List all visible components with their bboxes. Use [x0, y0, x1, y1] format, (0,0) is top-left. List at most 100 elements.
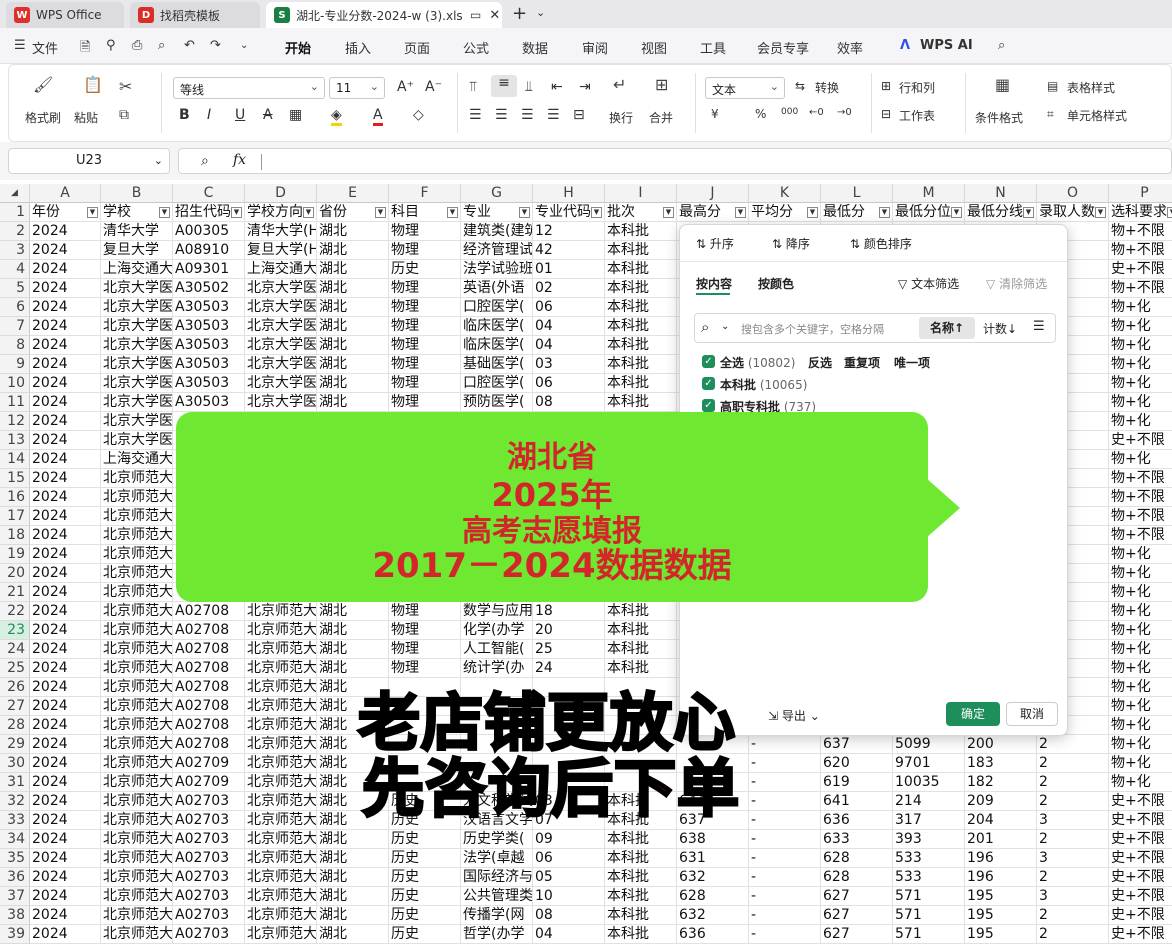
print-preview-icon[interactable]: ⌕ — [158, 38, 165, 53]
table-cell[interactable]: 20 — [533, 621, 605, 640]
wrap-text-icon[interactable]: ↵ — [613, 75, 626, 94]
indent-decrease-icon[interactable]: ⇤ — [551, 79, 563, 95]
table-cell[interactable]: 02 — [533, 279, 605, 298]
table-cell[interactable]: 北京师范大 — [101, 526, 173, 545]
filter-dropdown-icon[interactable]: ▼ — [447, 207, 458, 218]
number-format-select[interactable]: 文本 ⌄ — [705, 77, 785, 99]
header-cell[interactable]: 学校方向 ▼ — [245, 203, 317, 222]
currency-button[interactable]: ¥ — [711, 107, 719, 121]
filter-item[interactable]: 本科批 (10065) — [720, 376, 807, 393]
clear-format-icon[interactable]: ◇ — [413, 107, 424, 123]
table-cell[interactable]: 本科批 — [605, 317, 677, 336]
column-header-m[interactable]: M — [893, 184, 965, 203]
fx-icon[interactable]: fx — [233, 152, 246, 168]
table-cell[interactable]: 湖北 — [317, 279, 389, 298]
paste-icon[interactable]: 📋 — [83, 75, 103, 94]
table-cell[interactable]: 637 — [821, 735, 893, 754]
monitor-icon[interactable]: ▭ — [470, 8, 481, 22]
table-cell[interactable]: 史+不限 — [1109, 887, 1172, 906]
table-cell[interactable]: 历史 — [389, 830, 461, 849]
table-cell[interactable]: 北京师范大 — [245, 602, 317, 621]
table-cell[interactable]: 北京师范大 — [245, 640, 317, 659]
italic-icon[interactable]: I — [207, 107, 211, 123]
select-all-corner[interactable]: ◢ — [0, 184, 30, 203]
filter-dropdown-icon[interactable]: ▼ — [159, 207, 170, 218]
merge-button[interactable]: 合并 — [649, 109, 673, 126]
format-painter-icon[interactable]: 🖌 — [33, 75, 53, 94]
table-cell[interactable]: 北京师范大 — [101, 887, 173, 906]
table-cell[interactable]: A02709 — [173, 754, 245, 773]
table-cell[interactable]: 物+化 — [1109, 336, 1172, 355]
column-header-d[interactable]: D — [245, 184, 317, 203]
table-style-button[interactable]: 表格样式 — [1067, 79, 1115, 96]
table-cell[interactable]: - — [749, 735, 821, 754]
table-cell[interactable]: 法学试验班 — [461, 260, 533, 279]
decrease-font-icon[interactable]: A⁻ — [425, 79, 442, 95]
table-cell[interactable]: 人工智能( — [461, 640, 533, 659]
wps-ai-icon[interactable]: ᐱ — [900, 38, 910, 53]
table-cell[interactable]: 631 — [677, 849, 749, 868]
table-cell[interactable]: 北京师范大 — [245, 697, 317, 716]
hamburger-icon[interactable]: ☰ — [14, 38, 26, 53]
table-cell[interactable]: 史+不限 — [1109, 849, 1172, 868]
row-header[interactable]: 27 — [0, 697, 30, 716]
table-cell[interactable]: 历史 — [389, 887, 461, 906]
table-cell[interactable]: 2024 — [30, 716, 101, 735]
table-cell[interactable]: 物理 — [389, 393, 461, 412]
table-cell[interactable]: 北京师范大 — [101, 830, 173, 849]
row-header[interactable]: 19 — [0, 545, 30, 564]
menu-view[interactable]: 视图 — [641, 38, 667, 57]
font-size-select[interactable]: 11 ⌄ — [329, 77, 385, 99]
table-cell[interactable]: - — [749, 906, 821, 925]
menu-member[interactable]: 会员专享 — [757, 38, 809, 57]
distribute-icon[interactable]: ⊟ — [573, 107, 585, 123]
table-cell[interactable]: 9701 — [893, 754, 965, 773]
table-cell[interactable]: 633 — [821, 830, 893, 849]
table-cell[interactable]: 北京大学医 — [245, 317, 317, 336]
row-header[interactable]: 8 — [0, 336, 30, 355]
table-cell[interactable]: 北京师范大 — [245, 830, 317, 849]
export-button[interactable]: ⇲ 导出 ⌄ — [768, 707, 820, 724]
conditional-format-button[interactable]: 条件格式 — [975, 109, 1023, 126]
tab-by-content[interactable]: 按内容 — [696, 275, 732, 292]
column-header-p[interactable]: P — [1109, 184, 1172, 203]
chevron-down-icon[interactable]: ⌄ — [536, 6, 545, 19]
row-header[interactable]: 32 — [0, 792, 30, 811]
table-cell[interactable]: 2 — [1037, 906, 1109, 925]
table-cell[interactable]: 北京师范大 — [245, 735, 317, 754]
table-cell[interactable]: 物+化 — [1109, 716, 1172, 735]
worksheet-icon[interactable]: ⊟ — [881, 107, 891, 121]
table-cell[interactable]: 清华大学 — [101, 222, 173, 241]
table-cell[interactable]: 533 — [893, 849, 965, 868]
row-header[interactable]: 23 — [0, 621, 30, 640]
table-cell[interactable]: 632 — [677, 906, 749, 925]
table-cell[interactable]: A30503 — [173, 336, 245, 355]
table-cell[interactable]: 本科批 — [605, 621, 677, 640]
table-cell[interactable]: 18 — [533, 602, 605, 621]
table-cell[interactable]: 北京师范大 — [101, 621, 173, 640]
cell-style-icon[interactable]: ⌗ — [1047, 107, 1054, 122]
column-header-n[interactable]: N — [965, 184, 1037, 203]
table-cell[interactable]: 物+化 — [1109, 678, 1172, 697]
select-all-checkbox[interactable]: ✓ — [702, 355, 715, 368]
sort-asc-button[interactable]: ⇅ 升序 — [696, 235, 734, 252]
table-cell[interactable]: 物+不限 — [1109, 488, 1172, 507]
table-cell[interactable]: 北京师范大 — [101, 773, 173, 792]
header-cell[interactable]: 批次 ▼ — [605, 203, 677, 222]
table-cell[interactable]: 北京大学医 — [101, 336, 173, 355]
table-cell[interactable]: 2024 — [30, 431, 101, 450]
table-cell[interactable]: 2024 — [30, 887, 101, 906]
table-cell[interactable]: 物理 — [389, 317, 461, 336]
column-header-g[interactable]: G — [461, 184, 533, 203]
column-header-i[interactable]: I — [605, 184, 677, 203]
new-tab-icon[interactable]: + — [512, 3, 527, 24]
cancel-button[interactable]: 取消 — [1006, 702, 1058, 726]
filter-dropdown-icon[interactable]: ▼ — [663, 207, 674, 218]
table-cell[interactable]: 204 — [965, 811, 1037, 830]
menu-wps-ai[interactable]: WPS AI — [920, 38, 973, 53]
table-cell[interactable]: 2024 — [30, 754, 101, 773]
row-header[interactable]: 22 — [0, 602, 30, 621]
table-cell[interactable]: 湖北 — [317, 830, 389, 849]
menu-review[interactable]: 审阅 — [582, 38, 608, 57]
header-cell[interactable]: 平均分 ▼ — [749, 203, 821, 222]
